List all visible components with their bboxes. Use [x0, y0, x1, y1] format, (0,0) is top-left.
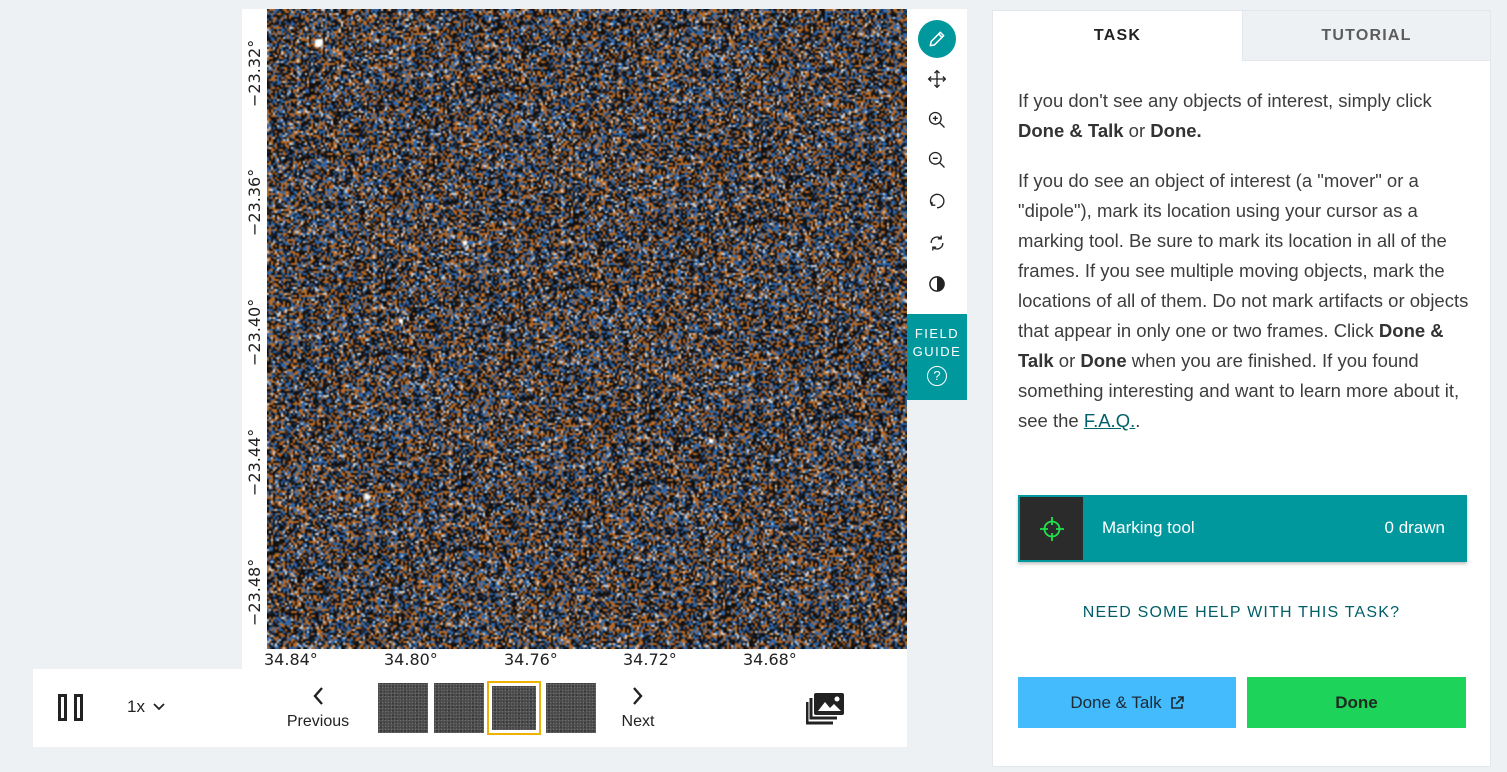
instruction-text: or — [1123, 120, 1151, 141]
field-guide-button[interactable]: FIELD GUIDE ? — [907, 314, 967, 400]
reset-icon — [930, 235, 944, 251]
field-guide-label: GUIDE — [912, 344, 962, 359]
tab-task[interactable]: TASK — [993, 11, 1242, 61]
dec-tick-label: −23.36° — [245, 168, 264, 236]
task-tabs: TASK TUTORIAL — [993, 11, 1490, 61]
task-help-link[interactable]: NEED SOME HELP WITH THIS TASK? — [993, 604, 1490, 622]
frame-thumbnail-4[interactable] — [546, 683, 596, 733]
instruction-text: or — [1053, 350, 1081, 371]
invert-button[interactable] — [918, 265, 956, 303]
instruction-text: If you do see an object of interest (a "… — [1018, 170, 1469, 341]
instruction-paragraph: If you don't see any objects of interest… — [1018, 86, 1473, 146]
ra-tick-label: 34.76° — [504, 650, 558, 669]
frame-thumbnail-2[interactable] — [434, 683, 484, 733]
right-ascension-axis: 34.84° 34.80° 34.76° 34.72° 34.68° — [242, 649, 907, 669]
flipbook-controls: 1x Previous Next — [33, 669, 907, 747]
previous-frame-button[interactable]: Previous — [278, 685, 358, 731]
pause-icon — [74, 694, 83, 721]
done-and-talk-label: Done & Talk — [1070, 692, 1162, 712]
rotate-icon — [929, 193, 945, 209]
frame-thumbnail-1[interactable] — [378, 683, 428, 733]
done-and-talk-button[interactable]: Done & Talk — [1018, 677, 1236, 728]
ra-tick-label: 34.84° — [264, 650, 318, 669]
ra-tick-label: 34.80° — [384, 650, 438, 669]
ra-tick-label: 34.72° — [623, 650, 677, 669]
instruction-text: If you don't see any objects of interest… — [1018, 90, 1432, 111]
chevron-left-icon — [313, 687, 323, 705]
marking-tool-label: Marking tool — [1102, 518, 1195, 537]
dec-tick-label: −23.48° — [245, 558, 264, 626]
image-toolbar: FIELD GUIDE ? — [907, 9, 967, 400]
help-circle-icon: ? — [927, 366, 947, 386]
playback-speed-select[interactable]: 1x — [127, 697, 165, 717]
zoom-in-button[interactable] — [918, 101, 956, 139]
previous-label: Previous — [286, 713, 350, 730]
pencil-icon — [929, 31, 945, 47]
instruction-bold-text: Done & Talk — [1018, 120, 1124, 141]
instruction-text: . — [1135, 410, 1141, 431]
marking-tool-icon-box — [1020, 497, 1083, 560]
next-label: Next — [621, 713, 655, 730]
ra-tick-label: 34.68° — [743, 650, 797, 669]
zoom-out-button[interactable] — [918, 141, 956, 179]
tab-tutorial[interactable]: TUTORIAL — [1242, 11, 1490, 61]
done-button[interactable]: Done — [1247, 677, 1466, 728]
zoom-in-icon — [928, 111, 945, 128]
dec-tick-label: −23.32° — [245, 39, 264, 107]
task-instructions: If you don't see any objects of interest… — [1018, 86, 1473, 456]
instruction-bold-text: Done. — [1150, 120, 1202, 141]
chevron-down-icon — [153, 703, 165, 711]
instruction-paragraph: If you do see an object of interest (a "… — [1018, 166, 1473, 436]
zoom-out-icon — [928, 151, 945, 168]
gallery-icon[interactable] — [806, 691, 846, 725]
rotate-button[interactable] — [918, 182, 956, 220]
move-arrows-icon — [927, 69, 947, 89]
next-frame-button[interactable]: Next — [615, 685, 661, 731]
sky-image[interactable] — [267, 9, 907, 649]
annotate-button[interactable] — [918, 20, 956, 58]
declination-axis: −23.32° −23.36° −23.40° −23.44° −23.48° — [242, 9, 267, 649]
marking-tool-option[interactable]: Marking tool 0 drawn — [1018, 495, 1467, 562]
external-link-icon — [1170, 695, 1184, 709]
task-panel: TASK TUTORIAL If you don't see any objec… — [992, 10, 1491, 767]
frame-thumbnail-3[interactable] — [487, 681, 541, 735]
marking-tool-count: 0 drawn — [1384, 518, 1445, 537]
pause-button[interactable] — [58, 694, 88, 722]
pause-icon — [58, 694, 67, 721]
dec-tick-label: −23.44° — [245, 428, 264, 496]
reset-button[interactable] — [918, 224, 956, 262]
move-button[interactable] — [918, 60, 956, 98]
instruction-bold-text: Done — [1080, 350, 1127, 371]
field-guide-label: FIELD — [914, 326, 960, 341]
crosshair-icon — [1039, 516, 1064, 541]
contrast-icon — [929, 276, 945, 292]
subject-viewer: −23.32° −23.36° −23.40° −23.44° −23.48° … — [242, 9, 907, 669]
chevron-right-icon — [633, 687, 643, 705]
faq-link[interactable]: F.A.Q. — [1084, 410, 1135, 431]
dec-tick-label: −23.40° — [245, 298, 264, 366]
playback-speed-value: 1x — [127, 697, 145, 716]
